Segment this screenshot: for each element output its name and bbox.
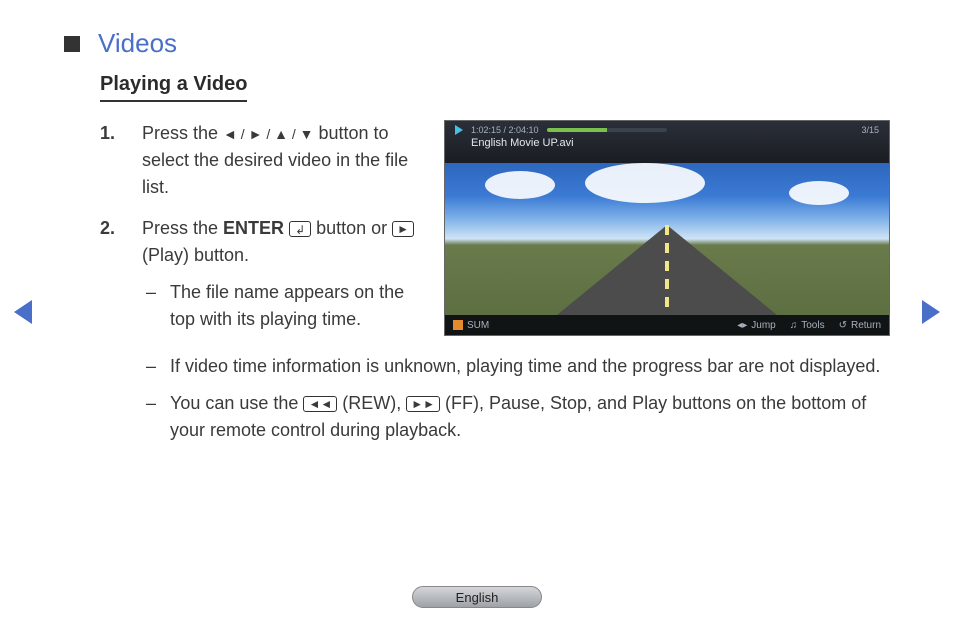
section-title: Videos <box>98 28 177 59</box>
next-page-arrow[interactable] <box>922 300 940 324</box>
tools-label: Tools <box>801 320 824 331</box>
cloud-icon <box>585 163 705 203</box>
subsection-title: Playing a Video <box>100 73 247 102</box>
section-bullet-icon <box>64 36 80 52</box>
section-header: Videos <box>64 28 890 59</box>
language-indicator[interactable]: English <box>412 586 542 608</box>
step-1: Press the ◄ / ► / ▲ / ▼ button to select… <box>100 120 420 201</box>
tools-icon: ♫ <box>790 320 798 331</box>
return-icon: ↺ <box>839 320 847 331</box>
enter-icon <box>289 221 311 237</box>
progress-fill <box>547 128 607 132</box>
video-bottombar: SUM ◂▸ Jump ♫ Tools ↺ Return <box>445 315 889 335</box>
jump-label: Jump <box>751 320 775 331</box>
sub-item-a: The file name appears on the top with it… <box>142 279 420 333</box>
playback-time: 1:02:15 / 2:04:10 <box>471 125 539 135</box>
step2-pre: Press the <box>142 218 223 238</box>
enter-label: ENTER <box>223 218 284 238</box>
step2-post: (Play) button. <box>142 245 249 265</box>
return-label: Return <box>851 320 881 331</box>
playlist-counter: 3/15 <box>861 125 879 135</box>
dpad-arrows-icon: ◄ / ► / ▲ / ▼ <box>223 126 313 142</box>
return-hint: ↺ Return <box>839 320 881 331</box>
instruction-column: Press the ◄ / ► / ▲ / ▼ button to select… <box>100 120 420 347</box>
jump-arrows-icon: ◂▸ <box>737 320 747 331</box>
sum-icon <box>453 320 463 330</box>
manual-page: Videos Playing a Video Press the ◄ / ► /… <box>0 0 954 444</box>
rewind-button-icon: ◄◄ <box>303 396 337 412</box>
prev-page-arrow[interactable] <box>14 300 32 324</box>
video-topbar: 1:02:15 / 2:04:10 3/15 English Movie UP.… <box>445 121 889 163</box>
sub-c-mid1: (REW), <box>342 393 406 413</box>
step-2: Press the ENTER button or ► (Play) butto… <box>100 215 420 333</box>
sub-c-pre: You can use the <box>170 393 303 413</box>
cloud-icon <box>789 181 849 205</box>
sub-item-c: You can use the ◄◄ (REW), ►► (FF), Pause… <box>142 390 890 444</box>
step2-mid: button or <box>316 218 392 238</box>
tools-hint: ♫ Tools <box>790 320 825 331</box>
cloud-icon <box>485 171 555 199</box>
progress-bar <box>547 128 667 132</box>
step1-pre: Press the <box>142 123 223 143</box>
play-icon <box>455 125 463 135</box>
sum-label: SUM <box>467 320 489 331</box>
sum-indicator: SUM <box>453 320 489 331</box>
sub-item-b: If video time information is unknown, pl… <box>142 353 890 380</box>
play-button-icon: ► <box>392 221 414 237</box>
video-filename: English Movie UP.avi <box>471 137 879 149</box>
fastforward-button-icon: ►► <box>406 396 440 412</box>
jump-hint: ◂▸ Jump <box>737 320 776 331</box>
instruction-column-wide: If video time information is unknown, pl… <box>100 353 890 444</box>
video-preview: 1:02:15 / 2:04:10 3/15 English Movie UP.… <box>444 120 890 336</box>
road-line-graphic <box>665 225 669 315</box>
